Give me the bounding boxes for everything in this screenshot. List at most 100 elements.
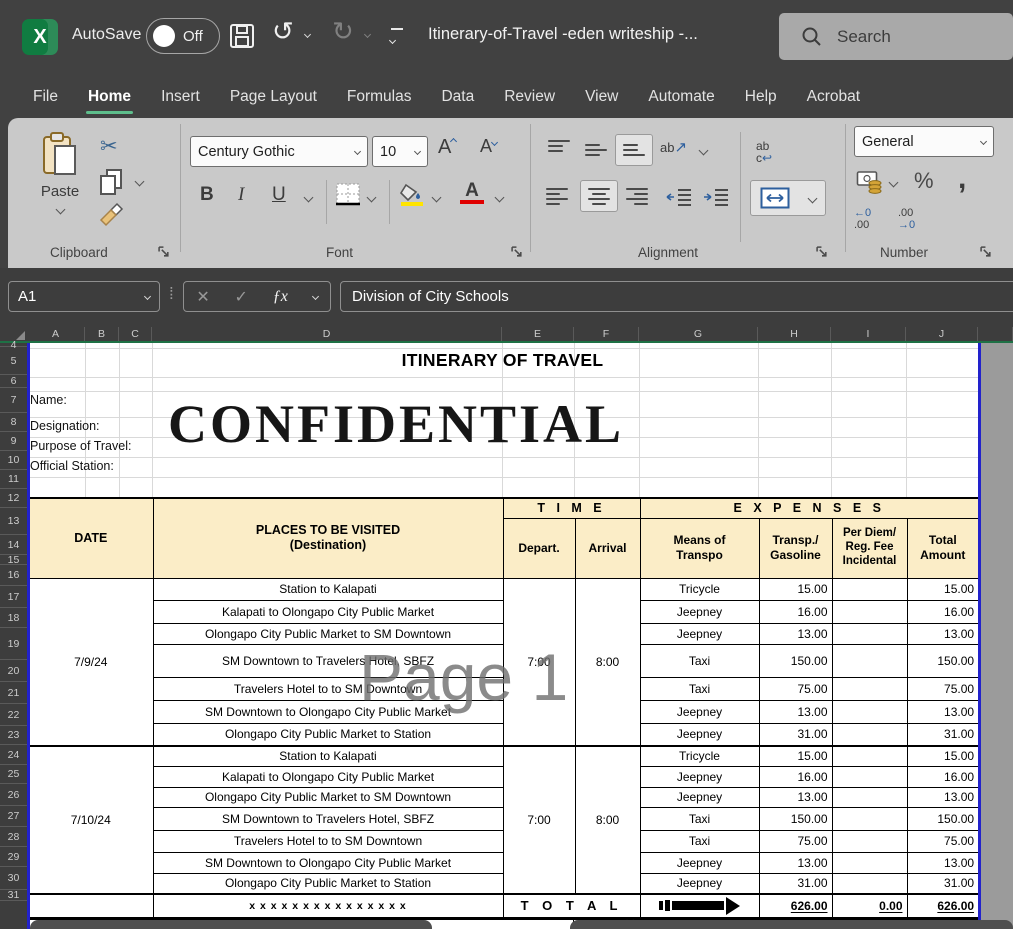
cell-destination[interactable]: Olongapo City Public Market to SM Downto…: [153, 787, 503, 807]
row-header-10[interactable]: 10: [0, 451, 27, 470]
cell-means[interactable]: Tricycle: [640, 746, 759, 766]
bottom-align-button[interactable]: [615, 134, 653, 166]
cell-means[interactable]: Jeepney: [640, 787, 759, 807]
align-left-button[interactable]: [546, 188, 568, 208]
cell-total[interactable]: 75.00: [907, 830, 978, 852]
row-header-6[interactable]: 6: [0, 375, 27, 388]
comma-style-button[interactable]: ,: [958, 162, 966, 196]
cell-per-diem[interactable]: [832, 807, 907, 830]
increase-decimal-button[interactable]: ←0 .00: [854, 208, 871, 231]
tab-page-layout[interactable]: Page Layout: [215, 80, 332, 114]
fx-dropdown-icon[interactable]: [312, 293, 319, 300]
row-header-5[interactable]: 5: [0, 347, 27, 375]
cell-transp[interactable]: 31.00: [759, 873, 832, 894]
cell-transp[interactable]: 16.00: [759, 766, 832, 787]
tab-file[interactable]: File: [18, 80, 73, 114]
header-transp[interactable]: Transp./ Gasoline: [759, 518, 832, 578]
cell-total[interactable]: 75.00: [907, 677, 978, 700]
cell-total[interactable]: 150.00: [907, 807, 978, 830]
borders-button[interactable]: [335, 182, 361, 213]
cell-total[interactable]: 150.00: [907, 644, 978, 677]
cell-destination[interactable]: Station to Kalapati: [153, 578, 503, 600]
total-row-xmarks[interactable]: x x x x x x x x x x x x x x x: [153, 894, 503, 918]
cell-means[interactable]: Taxi: [640, 830, 759, 852]
cell-per-diem[interactable]: [832, 787, 907, 807]
increase-indent-button[interactable]: [703, 188, 729, 211]
cell-total[interactable]: 31.00: [907, 723, 978, 746]
cell-per-diem[interactable]: [832, 623, 907, 644]
cell-total[interactable]: 31.00: [907, 873, 978, 894]
top-align-button[interactable]: [548, 140, 570, 155]
row-header-29[interactable]: 29: [0, 847, 27, 867]
info-label-0[interactable]: Name:: [30, 393, 67, 407]
header-per-diem[interactable]: Per Diem/ Reg. Fee Incidental: [832, 518, 907, 578]
row-header-20[interactable]: 20: [0, 660, 27, 682]
header-total[interactable]: Total Amount: [907, 518, 978, 578]
accounting-dropdown-icon[interactable]: [889, 178, 899, 188]
header-places[interactable]: PLACES TO BE VISITED (Destination): [153, 498, 503, 578]
formula-bar-handle-icon[interactable]: ⁞: [169, 284, 174, 304]
cell-total[interactable]: 16.00: [907, 600, 978, 623]
cell-means[interactable]: Jeepney: [640, 852, 759, 873]
row-header-26[interactable]: 26: [0, 784, 27, 806]
cell-means[interactable]: Jeepney: [640, 873, 759, 894]
percent-style-button[interactable]: %: [914, 168, 934, 194]
alignment-dialog-launcher[interactable]: [816, 246, 828, 258]
save-button[interactable]: [228, 22, 256, 55]
row-header-9[interactable]: 9: [0, 432, 27, 451]
cell-date[interactable]: 7/9/24: [28, 578, 153, 746]
cell-destination[interactable]: Kalapati to Olongapo City Public Market: [153, 600, 503, 623]
cell-total[interactable]: 13.00: [907, 852, 978, 873]
column-header-C[interactable]: C: [119, 327, 152, 341]
number-dialog-launcher[interactable]: [980, 246, 992, 258]
row-header-15[interactable]: 15: [0, 555, 27, 565]
row-header-28[interactable]: 28: [0, 827, 27, 847]
column-header-G[interactable]: G: [639, 327, 758, 341]
column-header-F[interactable]: F: [574, 327, 639, 341]
header-date[interactable]: DATE: [28, 498, 153, 578]
row-header-11[interactable]: 11: [0, 470, 27, 489]
row-header-30[interactable]: 30: [0, 867, 27, 890]
total-row-blank[interactable]: [28, 894, 153, 918]
tab-home[interactable]: Home: [73, 80, 146, 114]
page-break-line-right[interactable]: [978, 343, 981, 929]
cell-transp[interactable]: 16.00: [759, 600, 832, 623]
italic-button[interactable]: I: [238, 184, 244, 206]
total-transp-value[interactable]: 626.00: [759, 894, 832, 918]
cell-per-diem[interactable]: [832, 852, 907, 873]
grow-font-button[interactable]: A: [438, 136, 456, 159]
cell-means[interactable]: Taxi: [640, 644, 759, 677]
cell-per-diem[interactable]: [832, 700, 907, 723]
row-header-17[interactable]: 17: [0, 586, 27, 608]
cell-destination[interactable]: Kalapati to Olongapo City Public Market: [153, 766, 503, 787]
font-size-combo[interactable]: 10: [372, 136, 428, 167]
cell-means[interactable]: Jeepney: [640, 766, 759, 787]
header-means[interactable]: Means of Transpo: [640, 518, 759, 578]
total-per-diem-value[interactable]: 0.00: [832, 894, 907, 918]
font-color-dropdown-icon[interactable]: [495, 193, 505, 203]
fill-color-dropdown-icon[interactable]: [432, 193, 442, 203]
cell-transp[interactable]: 150.00: [759, 644, 832, 677]
cell-per-diem[interactable]: [832, 677, 907, 700]
cell-per-diem[interactable]: [832, 644, 907, 677]
row-header-23[interactable]: 23: [0, 726, 27, 745]
column-header-D[interactable]: D: [152, 327, 502, 341]
cell-means[interactable]: Jeepney: [640, 600, 759, 623]
row-header-18[interactable]: 18: [0, 608, 27, 628]
header-expenses[interactable]: E X P E N S E S: [640, 498, 978, 518]
sheet-title-cell[interactable]: ITINERARY OF TRAVEL: [27, 350, 978, 371]
column-header-partial[interactable]: [978, 327, 1013, 341]
number-format-combo[interactable]: General: [854, 126, 994, 157]
sheet-area[interactable]: ITINERARY OF TRAVEL Name:Designation:Pur…: [27, 343, 978, 929]
row-header-22[interactable]: 22: [0, 704, 27, 726]
cell-per-diem[interactable]: [832, 723, 907, 746]
cell-destination[interactable]: Station to Kalapati: [153, 746, 503, 766]
fill-color-button[interactable]: [398, 182, 426, 213]
align-right-button[interactable]: [626, 188, 648, 208]
decrease-indent-button[interactable]: [666, 188, 692, 211]
row-header-7[interactable]: 7: [0, 388, 27, 413]
tab-data[interactable]: Data: [426, 80, 489, 114]
cell-destination[interactable]: Olongapo City Public Market to Station: [153, 723, 503, 746]
tab-acrobat[interactable]: Acrobat: [792, 80, 875, 114]
column-header-B[interactable]: B: [85, 327, 119, 341]
